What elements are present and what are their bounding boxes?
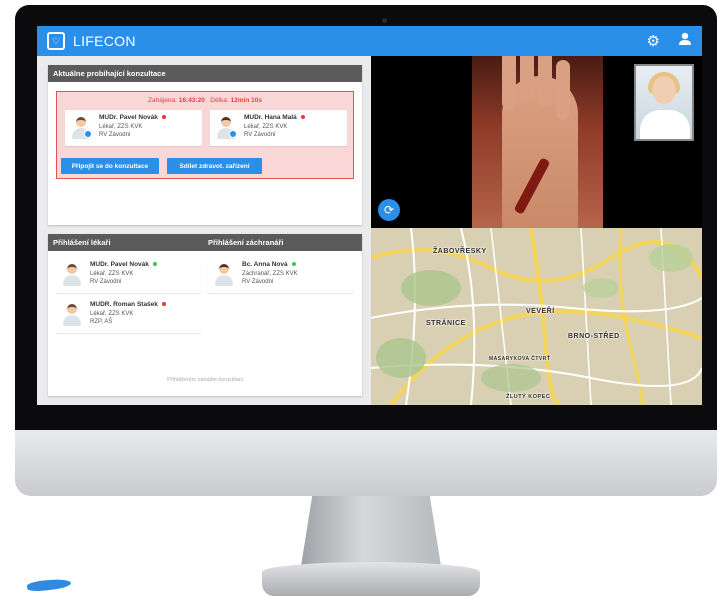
active-consultation[interactable]: Zahájena: 16:43:20 Délka: 12min 10s MUDr… [56,91,354,179]
heart-icon: ♡ [47,32,65,50]
participant-card[interactable]: MUDr. Hana Malá Lékař, ZZS KVK RV Závodn… [210,110,347,146]
doctors-title: Přihlášení lékaři [53,238,111,247]
doctor-avatar [216,116,237,140]
logged-in-card: Přihlášení lékaři Přihlášení záchranáři … [48,234,362,396]
rescuer-list-item[interactable]: Bc. Anna Nová Záchranář, ZZS KVK RV Závo… [208,257,354,293]
consultation-timing: Zahájena: 16:43:20 Délka: 12min 10s [148,97,262,104]
map-label: BRNO-STŘED [568,333,620,340]
map-label: STRÁNICE [426,320,466,327]
camera-switch-icon[interactable]: ⟳ [378,199,400,221]
doctor-avatar [62,303,82,327]
doctor-list-item[interactable]: MUDR. Roman Stašek Lékař, ZZS KVK RZP, A… [56,297,201,333]
video-call-area: ⟳ [371,56,702,228]
map-label: ŽLUTÝ KOPEC [506,394,551,400]
join-consultation-button[interactable]: Připojit se do konzultace [61,158,159,174]
status-dot [300,115,305,120]
status-dot [161,115,166,120]
monitor-chin [15,430,717,496]
status-dot [161,302,166,307]
doctor-list-item[interactable]: MUDr. Pavel Novák Lékař, ZZS KVK RV Závo… [56,257,201,293]
status-dot [152,262,157,267]
rescuers-title: Přihlášení záchranáři [208,238,284,247]
login-note: Přihlášením zahájíte konzultaci [167,377,243,383]
share-facility-button[interactable]: Sdílet zdravot. zařízení [167,158,262,174]
webcam-dot [382,18,387,23]
app-header: ♡ LIFECON ⚙ [37,26,702,56]
doctor-avatar [62,263,82,287]
monitor-mockup: ♡ LIFECON ⚙ Aktuálne probíhající konzult… [0,0,717,599]
gear-icon[interactable]: ⚙ [647,32,660,50]
consultations-card: Aktuálne probíhající konzultace Zahájena… [48,65,362,225]
decorative-splash [26,577,72,593]
rescuer-avatar [214,263,234,287]
self-video-preview[interactable] [634,64,694,141]
verified-badge-icon [229,130,237,138]
map-label: VEVEŘÍ [526,308,555,315]
app-title: LIFECON [73,33,136,49]
map-label: MASARYKOVA ČTVRŤ [489,356,551,362]
map-view[interactable]: ŽABOVŘESKY VEVEŘÍ STRÁNICE BRNO-STŘED MA… [371,228,702,405]
user-icon[interactable] [678,32,692,50]
consultations-title: Aktuálne probíhající konzultace [48,65,362,82]
map-label: ŽABOVŘESKY [433,248,487,255]
status-dot [291,262,296,267]
verified-badge-icon [84,130,92,138]
doctor-avatar [71,116,92,140]
remote-video-feed [472,56,603,228]
map-roads [371,228,702,405]
monitor-stand [301,496,441,566]
participant-card[interactable]: MUDr. Pavel Novák Lékař, ZZS KVK RV Závo… [65,110,202,146]
app-screen: ♡ LIFECON ⚙ Aktuálne probíhající konzult… [37,26,702,405]
monitor-base [262,562,480,596]
left-panel: Aktuálne probíhající konzultace Zahájena… [37,56,371,405]
